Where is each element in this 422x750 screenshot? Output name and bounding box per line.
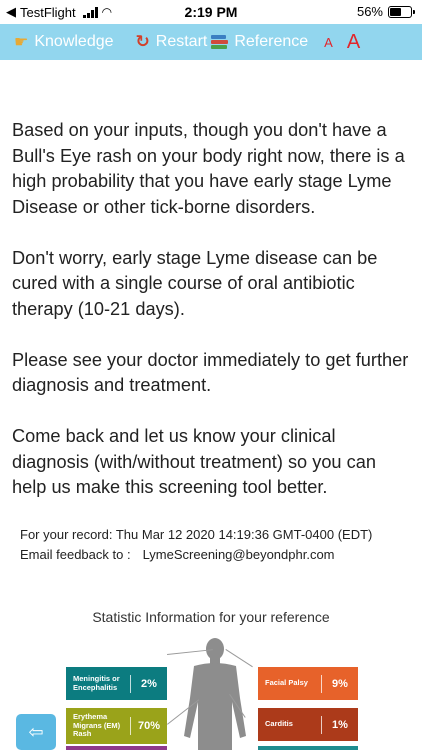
font-decrease-button[interactable]: A: [324, 35, 333, 50]
books-icon: [211, 35, 229, 49]
feedback-paragraph: Come back and let us know your clinical …: [12, 426, 376, 497]
record-timestamp: For your record: Thu Mar 12 2020 14:19:3…: [20, 527, 373, 542]
record-info: For your record: Thu Mar 12 2020 14:19:3…: [20, 525, 372, 565]
stats-title: Statistic Information for your reference: [92, 609, 330, 625]
stat-value: 70%: [137, 720, 161, 732]
stat-carditis: Carditis 1%: [258, 708, 358, 741]
pointing-hand-icon: ☛: [14, 34, 29, 51]
doctor-paragraph: Please see your doctor immediately to ge…: [12, 349, 409, 396]
result-text: Based on your inputs, though you don't h…: [12, 118, 412, 526]
nav-bar: ☛ Knowledge ↻ Restart Reference A A: [0, 24, 422, 60]
restart-button[interactable]: ↻ Restart: [136, 32, 208, 52]
stat-label: Erythema Migrans (EM) Rash: [73, 712, 121, 739]
status-right: 56%: [356, 4, 415, 19]
human-body-illustration: [184, 638, 246, 750]
knowledge-label: Knowledge: [34, 33, 114, 50]
battery-icon: [388, 5, 415, 18]
back-button[interactable]: ⇦: [16, 714, 56, 750]
email-line: Email feedback to : LymeScreening@beyondp…: [20, 545, 372, 565]
email-label: Email feedback to :: [20, 547, 131, 562]
restart-label: Restart: [155, 33, 208, 50]
restart-icon: ↻: [135, 32, 150, 51]
result-paragraph: Based on your inputs, though you don't h…: [12, 120, 405, 217]
feedback-email-link[interactable]: LymeScreening@beyondphr.com: [143, 547, 335, 562]
stat-label: Carditis: [265, 719, 293, 729]
stat-label: Facial Palsy: [265, 678, 308, 688]
stat-partial-box: [66, 746, 167, 750]
stat-value: 2%: [141, 677, 157, 690]
stat-label: Meningitis or Encephalitis: [73, 674, 120, 692]
font-increase-button[interactable]: A: [347, 31, 360, 54]
battery-percent: 56%: [356, 4, 383, 19]
knowledge-button[interactable]: ☛ Knowledge: [14, 32, 114, 52]
stats-infographic: Meningitis or Encephalitis 2% Erythema M…: [0, 636, 422, 750]
status-bar: ◀ TestFlight ◠ 2:19 PM 56%: [0, 0, 422, 24]
stat-partial-box: [258, 746, 358, 750]
treatment-paragraph: Don't worry, early stage Lyme disease ca…: [12, 247, 378, 319]
back-arrow-icon: ⇦: [28, 721, 44, 742]
stat-facial-palsy: Facial Palsy 9%: [258, 667, 358, 700]
reference-label: Reference: [234, 33, 309, 50]
stat-meningitis: Meningitis or Encephalitis 2%: [66, 667, 167, 700]
stat-value: 1%: [332, 718, 348, 731]
stat-em-rash: Erythema Migrans (EM) Rash 70%: [66, 708, 167, 744]
reference-button[interactable]: Reference: [211, 33, 308, 51]
stat-value: 9%: [332, 677, 348, 690]
